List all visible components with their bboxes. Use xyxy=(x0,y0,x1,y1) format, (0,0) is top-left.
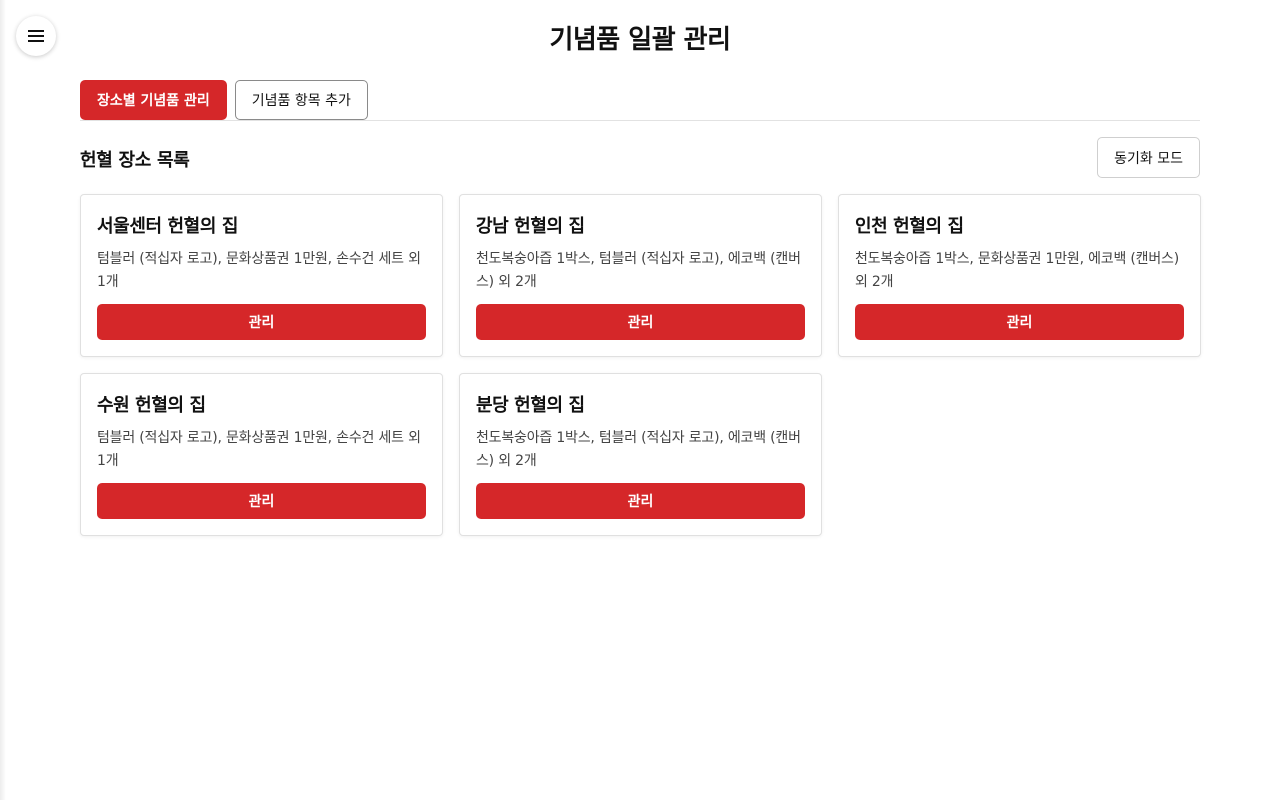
sync-mode-button[interactable]: 동기화 모드 xyxy=(1097,137,1200,178)
souvenir-summary: 천도복숭아즙 1박스, 텀블러 (적십자 로고), 에코백 (캔버스) 외 2개 xyxy=(476,429,801,469)
manage-button[interactable]: 관리 xyxy=(476,303,805,341)
manage-button[interactable]: 관리 xyxy=(476,482,805,520)
page-title: 기념품 일괄 관리 xyxy=(549,25,731,55)
location-card: 수원 헌혈의 집 텀블러 (적십자 로고), 문화상품권 1만원, 손수건 세트… xyxy=(80,373,443,536)
souvenir-summary: 천도복숭아즙 1박스, 문화상품권 1만원, 에코백 (캔버스) 외 2개 xyxy=(855,250,1179,290)
tab-location-souvenirs[interactable]: 장소별 기념품 관리 xyxy=(80,80,227,120)
location-name: 서울센터 헌혈의 집 xyxy=(97,216,239,237)
location-card: 강남 헌혈의 집 천도복숭아즙 1박스, 텀블러 (적십자 로고), 에코백 (… xyxy=(459,194,822,357)
manage-button[interactable]: 관리 xyxy=(97,482,426,520)
location-name: 인천 헌혈의 집 xyxy=(855,216,964,237)
location-name: 분당 헌혈의 집 xyxy=(476,395,585,416)
souvenir-summary: 텀블러 (적십자 로고), 문화상품권 1만원, 손수건 세트 외 1개 xyxy=(97,250,421,290)
location-name: 수원 헌혈의 집 xyxy=(97,395,206,416)
location-card: 분당 헌혈의 집 천도복숭아즙 1박스, 텀블러 (적십자 로고), 에코백 (… xyxy=(459,373,822,536)
souvenir-summary: 천도복숭아즙 1박스, 텀블러 (적십자 로고), 에코백 (캔버스) 외 2개 xyxy=(476,250,801,290)
manage-button[interactable]: 관리 xyxy=(855,303,1184,341)
location-card: 서울센터 헌혈의 집 텀블러 (적십자 로고), 문화상품권 1만원, 손수건 … xyxy=(80,194,443,357)
location-card-grid: 서울센터 헌혈의 집 텀블러 (적십자 로고), 문화상품권 1만원, 손수건 … xyxy=(80,194,1201,536)
tab-bar: 장소별 기념품 관리 기념품 항목 추가 xyxy=(80,80,1200,121)
manage-button[interactable]: 관리 xyxy=(97,303,426,341)
location-card: 인천 헌혈의 집 천도복숭아즙 1박스, 문화상품권 1만원, 에코백 (캔버스… xyxy=(838,194,1201,357)
left-edge-shadow xyxy=(0,0,6,800)
souvenir-summary: 텀블러 (적십자 로고), 문화상품권 1만원, 손수건 세트 외 1개 xyxy=(97,429,421,469)
section-title: 헌혈 장소 목록 xyxy=(80,150,190,171)
location-name: 강남 헌혈의 집 xyxy=(476,216,585,237)
tab-add-souvenir-item[interactable]: 기념품 항목 추가 xyxy=(234,80,368,120)
